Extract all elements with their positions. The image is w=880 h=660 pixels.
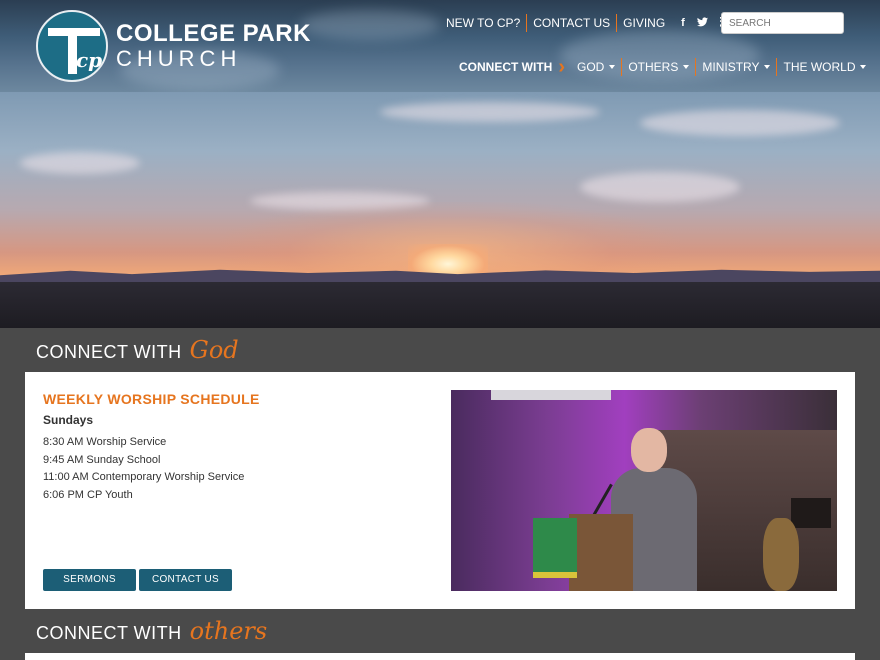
cross-logo-icon: cp	[36, 10, 108, 82]
worship-heading: WEEKLY WORSHIP SCHEDULE	[43, 391, 260, 407]
logo-text: COLLEGE PARK CHURCH	[116, 22, 311, 70]
section-heading-script: God	[189, 336, 239, 364]
others-card	[25, 653, 855, 660]
top-nav: NEW TO CP? CONTACT US GIVING f	[440, 14, 730, 32]
main-nav-label: THE WORLD	[783, 60, 856, 74]
pastor-photo	[451, 390, 837, 591]
main-nav-the-world[interactable]: THE WORLD	[777, 60, 872, 74]
main-nav: CONNECT WITH › GOD OTHERS MINISTRY THE W…	[459, 57, 872, 77]
hero-sunset-image	[0, 92, 880, 328]
main-nav-ministry[interactable]: MINISTRY	[696, 60, 776, 74]
site-logo[interactable]: cp COLLEGE PARK CHURCH	[36, 10, 311, 82]
sermons-button[interactable]: SERMONS	[43, 569, 136, 591]
site-header: cp COLLEGE PARK CHURCH NEW TO CP? CONTAC…	[0, 0, 880, 92]
top-link-contact-us[interactable]: CONTACT US	[527, 16, 616, 30]
contact-us-button[interactable]: CONTACT US	[139, 569, 232, 591]
twitter-icon[interactable]	[696, 16, 708, 30]
caret-down-icon	[683, 65, 690, 69]
main-nav-others[interactable]: OTHERS	[622, 60, 695, 74]
list-item: 6:06 PM CP Youth	[43, 488, 133, 501]
chevron-right-icon: ›	[558, 56, 565, 78]
section-heading-script: others	[189, 617, 268, 645]
section-heading-plain: CONNECT WITH	[36, 623, 182, 643]
top-link-new-to-cp[interactable]: NEW TO CP?	[440, 16, 526, 30]
section-heading-plain: CONNECT WITH	[36, 342, 182, 362]
facebook-icon[interactable]: f	[681, 17, 685, 29]
worship-card: WEEKLY WORSHIP SCHEDULE Sundays 8:30 AM …	[25, 372, 855, 609]
logo-line-2: CHURCH	[116, 46, 242, 71]
list-item: 9:45 AM Sunday School	[43, 453, 161, 466]
list-item: 8:30 AM Worship Service	[43, 436, 167, 448]
section-heading-god: CONNECT WITH God	[36, 336, 239, 364]
top-link-giving[interactable]: GIVING	[617, 16, 671, 30]
main-nav-god[interactable]: GOD	[571, 60, 621, 74]
list-item: 11:00 AM Contemporary Worship Service	[43, 471, 245, 483]
caret-down-icon	[609, 65, 616, 69]
ground	[0, 282, 880, 328]
main-nav-label: GOD	[577, 60, 605, 74]
section-heading-others: CONNECT WITH others	[36, 617, 267, 645]
main-nav-label: MINISTRY	[702, 60, 760, 74]
search-input[interactable]	[721, 12, 844, 34]
worship-day: Sundays	[43, 413, 94, 427]
caret-down-icon	[764, 65, 771, 69]
main-nav-label: OTHERS	[628, 60, 679, 74]
main-nav-lead: CONNECT WITH	[459, 60, 553, 74]
logo-line-1: COLLEGE PARK	[116, 20, 311, 47]
header-cloud	[300, 10, 440, 40]
caret-down-icon	[860, 65, 867, 69]
worship-schedule-list: 8:30 AM Worship Service 9:45 AM Sunday S…	[43, 434, 244, 504]
